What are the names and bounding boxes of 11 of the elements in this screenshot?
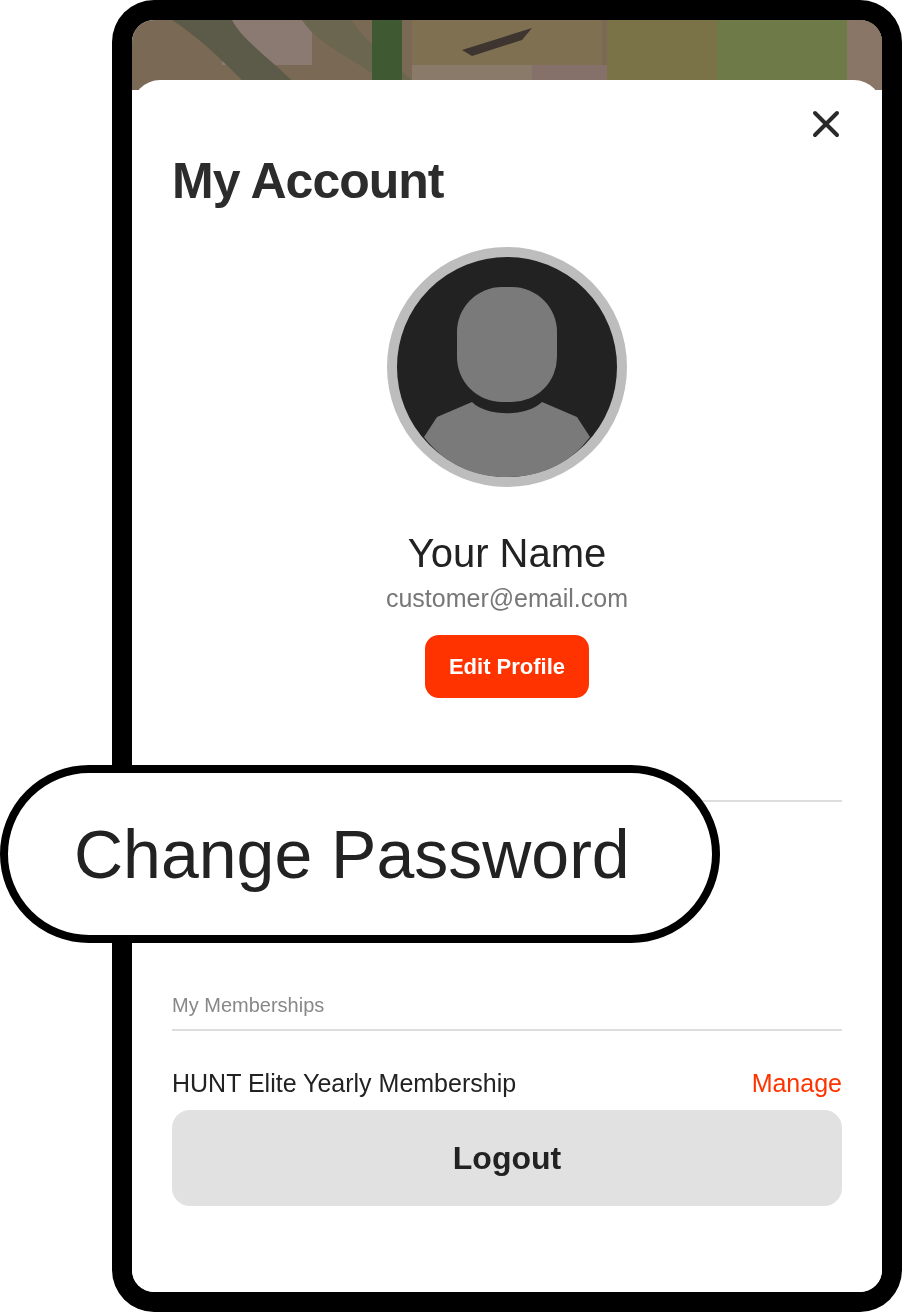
user-email: customer@email.com [384,584,630,613]
edit-profile-button[interactable]: Edit Profile [424,635,590,698]
logout-button[interactable]: Logout [172,1110,842,1206]
membership-name: HUNT Elite Yearly Membership [172,1069,517,1098]
change-password-callout[interactable]: Change Password [0,765,720,943]
close-icon[interactable] [812,110,840,138]
user-name: Your Name [406,531,608,576]
manage-link[interactable]: Manage [751,1069,842,1098]
section-heading: My Memberships [172,994,326,1018]
page-title: My Account [172,154,445,209]
avatar-icon [387,247,627,487]
